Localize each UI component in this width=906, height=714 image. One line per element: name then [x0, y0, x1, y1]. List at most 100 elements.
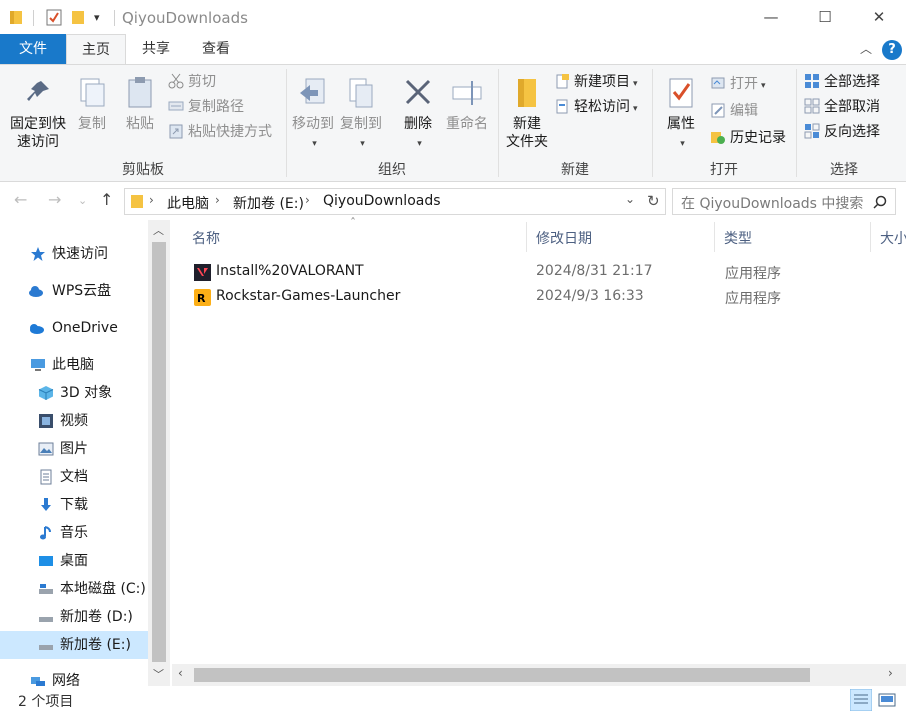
copy-path-button[interactable]: 复制路径 [168, 96, 244, 118]
minimize-button[interactable]: — [746, 0, 796, 34]
sidebar-item-label: 此电脑 [52, 357, 94, 373]
tab-view[interactable]: 查看 [190, 34, 242, 64]
folder-icon [131, 195, 143, 208]
scroll-up-icon[interactable]: ︿ [153, 222, 164, 238]
up-arrow-icon[interactable]: ↑ [100, 190, 113, 209]
sidebar-item-videos[interactable]: 视频 [0, 407, 148, 435]
breadcrumb-chevron-icon[interactable]: › [305, 193, 310, 207]
sidebar-item-network[interactable]: 网络 [0, 666, 148, 686]
tab-home[interactable]: 主页 [66, 34, 126, 65]
column-header-type[interactable]: 类型 [724, 228, 752, 248]
horizontal-scrollbar-thumb[interactable] [194, 668, 810, 682]
sidebar-item-documents[interactable]: 文档 [0, 463, 148, 491]
search-box[interactable]: 在 QiyouDownloads 中搜索 [672, 188, 896, 215]
pin-label-line2: 速访问 [17, 134, 59, 150]
breadcrumb-this-pc[interactable]: 此电脑 [167, 193, 209, 213]
column-header-size[interactable]: 大小 [880, 228, 906, 248]
sidebar-item-this-pc[interactable]: 此电脑 [0, 351, 148, 379]
pin-to-quick-access-button[interactable]: 固定到快 速访问 [6, 75, 70, 151]
sidebar-item-pictures[interactable]: 图片 [0, 435, 148, 463]
video-icon [39, 414, 53, 428]
svg-text:R: R [197, 292, 206, 305]
breadcrumb-chevron-icon[interactable]: › [215, 193, 220, 207]
invert-selection-button[interactable]: 反向选择 [804, 121, 880, 143]
copy-path-label: 复制路径 [188, 99, 244, 115]
sidebar-scrollbar[interactable]: ︿ ﹀ [148, 220, 170, 686]
file-row[interactable]: R Rockstar-Games-Launcher 2024/9/3 16:33… [188, 285, 888, 309]
back-arrow-icon[interactable]: ← [14, 190, 27, 209]
column-header-date[interactable]: 修改日期 [536, 228, 592, 248]
copy-label: 复制 [78, 116, 106, 132]
new-folder-quick-icon[interactable] [72, 9, 84, 26]
edit-button[interactable]: 编辑 [710, 100, 758, 122]
new-item-button[interactable]: 新建项目 ▾ [554, 71, 638, 93]
file-name: Install%20VALORANT [216, 263, 364, 279]
sidebar-item-onedrive[interactable]: OneDrive [0, 314, 148, 342]
details-view-icon[interactable] [850, 689, 872, 711]
forward-arrow-icon[interactable]: → [48, 190, 61, 209]
file-row[interactable]: Install%20VALORANT 2024/8/31 21:17 应用程序 [188, 260, 888, 284]
collapse-ribbon-icon[interactable]: ︿ [860, 40, 872, 57]
tab-file[interactable]: 文件 [0, 34, 66, 64]
paste-shortcut-button[interactable]: 粘贴快捷方式 [168, 121, 272, 143]
address-bar[interactable]: › 此电脑 › 新加卷 (E:) › QiyouDownloads ⌄ ↻ [124, 188, 666, 215]
breadcrumb-drive-e[interactable]: 新加卷 (E:) [233, 193, 304, 213]
sidebar-item-music[interactable]: 音乐 [0, 519, 148, 547]
copy-path-icon [168, 101, 184, 111]
easy-access-button[interactable]: 轻松访问 ▾ [554, 96, 638, 118]
delete-button[interactable]: 删除 ▾ [398, 75, 438, 153]
recent-locations-icon[interactable]: ⌄ [78, 194, 87, 207]
close-button[interactable]: ✕ [854, 0, 904, 34]
sidebar-item-downloads[interactable]: 下载 [0, 491, 148, 519]
rename-button[interactable]: 重命名 [442, 75, 492, 133]
breadcrumb-chevron-icon[interactable]: › [149, 193, 154, 207]
clipboard-group-label: 剪贴板 [122, 162, 164, 178]
scroll-right-icon[interactable]: › [888, 666, 893, 680]
large-icons-view-icon[interactable] [876, 689, 898, 711]
new-folder-button[interactable]: 新建 文件夹 [502, 75, 552, 151]
column-divider[interactable] [526, 222, 527, 252]
history-label: 历史记录 [730, 130, 786, 146]
horizontal-scrollbar[interactable]: ‹ › [172, 664, 906, 686]
rename-label: 重命名 [446, 116, 488, 132]
sidebar-item-wps-cloud[interactable]: WPS云盘 [0, 277, 148, 305]
select-none-button[interactable]: 全部取消 [804, 96, 880, 118]
properties-label: 属性 [667, 116, 695, 132]
history-button[interactable]: 历史记录 [710, 127, 786, 149]
column-header-name[interactable]: 名称 [192, 228, 220, 248]
breadcrumb-qiyoudownloads[interactable]: QiyouDownloads [323, 193, 441, 209]
move-to-button[interactable]: 移动到▾ [290, 75, 336, 153]
sidebar-item-label: 桌面 [60, 553, 88, 569]
new-folder-icon [518, 79, 536, 107]
edit-icon [711, 103, 725, 118]
scroll-down-icon[interactable]: ﹀ [153, 666, 164, 682]
copy-button[interactable]: 复制 [72, 75, 112, 133]
properties-quick-icon[interactable] [46, 9, 62, 26]
copy-to-button[interactable]: 复制到▾ [338, 75, 384, 153]
refresh-icon[interactable]: ↻ [647, 192, 660, 210]
help-icon[interactable]: ? [882, 40, 902, 60]
cut-button[interactable]: 剪切 [168, 71, 216, 93]
folder-icon [10, 11, 22, 24]
column-divider[interactable] [870, 222, 871, 252]
select-all-button[interactable]: 全部选择 [804, 71, 880, 93]
maximize-button[interactable]: ☐ [800, 0, 850, 34]
sidebar-item-label: OneDrive [52, 320, 118, 336]
sidebar-item-desktop[interactable]: 桌面 [0, 547, 148, 575]
sidebar-item-drive-c[interactable]: 本地磁盘 (C:) [0, 575, 148, 603]
column-divider[interactable] [714, 222, 715, 252]
properties-button[interactable]: 属性 ▾ [658, 75, 704, 153]
scroll-left-icon[interactable]: ‹ [178, 666, 183, 680]
tab-share[interactable]: 共享 [130, 34, 182, 64]
address-dropdown-icon[interactable]: ⌄ [625, 192, 635, 206]
open-button[interactable]: 打开 ▾ [710, 73, 766, 95]
sidebar-scrollbar-thumb[interactable] [152, 242, 166, 662]
file-date: 2024/8/31 21:17 [536, 263, 653, 279]
sidebar-item-drive-d[interactable]: 新加卷 (D:) [0, 603, 148, 631]
sidebar-item-drive-e[interactable]: 新加卷 (E:) [0, 631, 148, 659]
paste-button[interactable]: 粘贴 [120, 75, 160, 133]
network-icon [31, 677, 45, 686]
sidebar-item-quick-access[interactable]: 快速访问 [0, 240, 148, 268]
sidebar-item-3d-objects[interactable]: 3D 对象 [0, 379, 148, 407]
quick-access-toolbar-dropdown[interactable]: ▾ [94, 11, 100, 24]
